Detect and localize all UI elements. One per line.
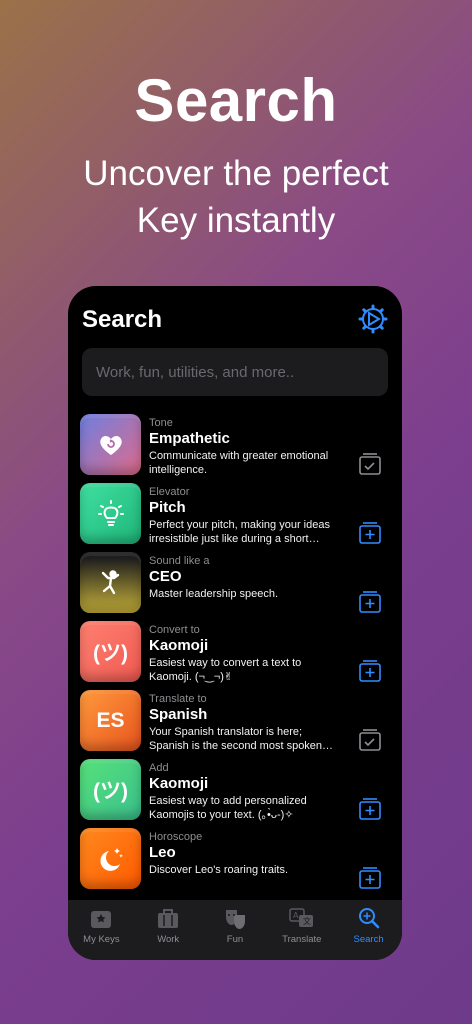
tab-label: Work: [157, 934, 180, 945]
tab-translate[interactable]: A 文 Translate: [268, 900, 335, 960]
promo-title: Search: [134, 67, 338, 134]
item-name: Empathetic: [149, 430, 230, 447]
item-description: Easiest way to convert a text to Kaomoji…: [149, 657, 302, 683]
svg-text:A: A: [293, 911, 299, 920]
item-description: Discover Leo's roaring traits.: [149, 864, 289, 876]
promo-subtitle-line-1: Uncover the perfect: [83, 154, 389, 193]
svg-text:文: 文: [303, 916, 311, 926]
tab-fun[interactable]: Fun: [202, 900, 269, 960]
item-category: Sound like a: [149, 555, 210, 567]
item-tile: [80, 552, 141, 613]
item-category: Convert to: [149, 624, 200, 636]
item-tile: [80, 414, 141, 475]
keys-icon: [91, 911, 112, 928]
ceo-figure-icon: [101, 569, 119, 594]
checked-box-icon: [359, 453, 381, 475]
translate-icon: A 文: [289, 908, 313, 927]
phone-screen: Search Work, fun, utilities, and more.. …: [68, 286, 402, 960]
item-category: Elevator: [149, 486, 190, 498]
item-tile: ES: [80, 690, 141, 751]
promo-subtitle-line-2: Key instantly: [136, 201, 336, 240]
lightbulb-icon: [97, 499, 124, 526]
item-name: Kaomoji: [149, 637, 209, 654]
tab-label: My Keys: [83, 934, 120, 945]
item-description: Easiest way to add personalized Kaomojis…: [149, 795, 307, 821]
es-text-icon: ES: [96, 708, 125, 732]
added-button[interactable]: [358, 728, 382, 752]
key-list: Tone Empathetic Communicate with greater…: [68, 414, 402, 897]
checked-box-icon: [359, 729, 381, 751]
add-box-icon: [359, 798, 381, 820]
list-item[interactable]: Sound like a CEO Master leadership speec…: [68, 552, 402, 621]
item-tile: (ツ): [80, 759, 141, 820]
add-button[interactable]: [358, 797, 382, 821]
add-box-icon: [359, 522, 381, 544]
moon-stars-icon: [99, 847, 123, 871]
heart-icon: [99, 435, 122, 455]
list-item[interactable]: (ツ) Add Kaomoji Easiest way to add perso…: [68, 759, 402, 828]
item-name: Pitch: [149, 499, 186, 516]
item-category: Add: [149, 762, 169, 774]
search-icon: [358, 908, 379, 929]
add-box-icon: [359, 660, 381, 682]
tab-bar: My Keys Work Fun A 文 Translate Search: [68, 900, 402, 960]
list-item[interactable]: ES Translate to Spanish Your Spanish tra…: [68, 690, 402, 759]
item-tile: [80, 828, 141, 889]
theater-masks-icon: [225, 910, 245, 929]
add-button[interactable]: [358, 866, 382, 890]
screen-header: Search: [82, 304, 388, 336]
added-button[interactable]: [358, 452, 382, 476]
add-box-icon: [359, 591, 381, 613]
item-name: CEO: [149, 568, 182, 585]
tab-label: Search: [353, 934, 384, 945]
settings-button[interactable]: [358, 304, 388, 334]
item-tile: (ツ): [80, 621, 141, 682]
item-name: Spanish: [149, 706, 208, 723]
list-item[interactable]: Horoscope Leo Discover Leo's roaring tra…: [68, 828, 402, 897]
item-category: Tone: [149, 417, 173, 429]
gear-icon: [358, 304, 388, 334]
tab-my-keys[interactable]: My Keys: [68, 900, 135, 960]
item-category: Horoscope: [149, 831, 203, 843]
tab-search[interactable]: Search: [335, 900, 402, 960]
add-button[interactable]: [358, 590, 382, 614]
tab-label: Fun: [226, 934, 244, 945]
add-button[interactable]: [358, 659, 382, 683]
kaomoji-icon: (ツ): [93, 641, 128, 665]
item-description: Communicate with greater emotional intel…: [149, 450, 329, 476]
item-name: Kaomoji: [149, 775, 209, 792]
screen-title: Search: [82, 306, 163, 333]
list-item[interactable]: Elevator Pitch Perfect your pitch, makin…: [68, 483, 402, 552]
briefcase-icon: [158, 909, 179, 928]
list-item[interactable]: (ツ) Convert to Kaomoji Easiest way to co…: [68, 621, 402, 690]
promo-subtitle: Uncover the perfect Key instantly: [0, 150, 472, 244]
item-category: Translate to: [149, 693, 207, 705]
search-input[interactable]: [82, 348, 388, 396]
tab-label: Translate: [282, 934, 322, 945]
item-description: Your Spanish translator is here; Spanish…: [149, 726, 323, 752]
item-name: Leo: [149, 844, 176, 861]
add-button[interactable]: [358, 521, 382, 545]
tab-work[interactable]: Work: [135, 900, 202, 960]
add-box-icon: [359, 867, 381, 889]
list-item[interactable]: Tone Empathetic Communicate with greater…: [68, 414, 402, 483]
kaomoji-icon: (ツ): [93, 779, 128, 803]
item-description: Master leadership speech.: [149, 588, 279, 600]
item-description: Perfect your pitch, making your ideas ir…: [149, 519, 330, 545]
item-tile: [80, 483, 141, 544]
